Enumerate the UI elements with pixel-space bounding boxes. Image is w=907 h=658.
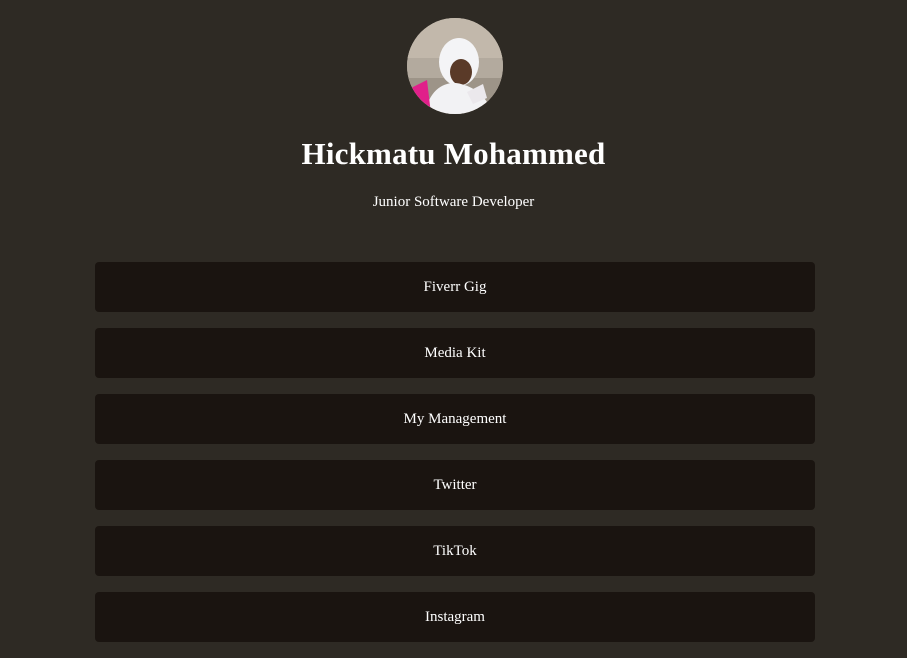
profile-name: Hickmatu Mohammed: [301, 136, 606, 171]
profile-tagline: Junior Software Developer: [372, 194, 535, 210]
link-my-management[interactable]: My Management: [95, 394, 815, 444]
link-media-kit[interactable]: Media Kit: [95, 328, 815, 378]
avatar-photo: [407, 18, 503, 114]
link-fiverr-gig[interactable]: Fiverr Gig: [95, 262, 815, 312]
avatar: [407, 18, 503, 114]
link-list: Fiverr Gig Media Kit My Management Twitt…: [95, 262, 815, 658]
link-instagram[interactable]: Instagram: [95, 592, 815, 642]
link-twitter[interactable]: Twitter: [95, 460, 815, 510]
link-tiktok[interactable]: TikTok: [95, 526, 815, 576]
